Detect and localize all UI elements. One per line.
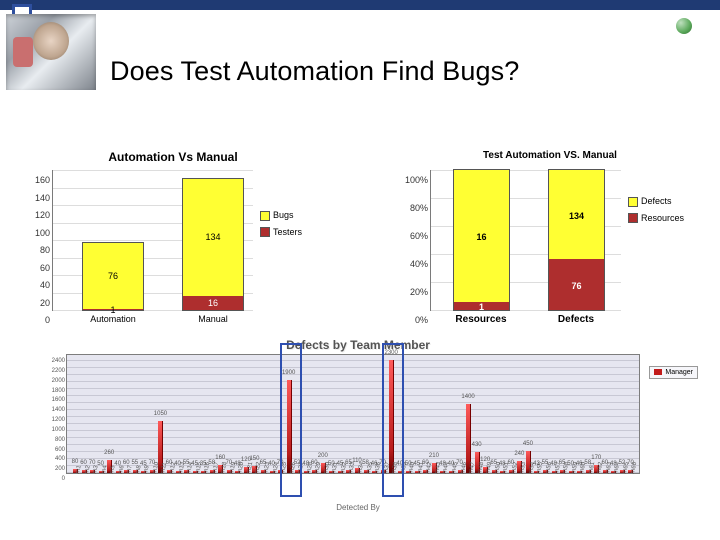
chart-defects-by-team-member: Defects by Team Member 02004006008001000…: [18, 338, 698, 512]
chart2-legend: Defects Resources: [628, 196, 684, 223]
chart2-title: Test Automation VS. Manual: [390, 150, 710, 161]
page-title: Does Test Automation Find Bugs?: [110, 56, 519, 87]
chart3-xlabel: Detected By: [18, 503, 698, 512]
chart1-legend: Bugs Testers: [260, 210, 302, 237]
chart1-title: Automation Vs Manual: [18, 150, 328, 164]
chart3-title: Defects by Team Member: [18, 338, 698, 352]
chart-automation-vs-manual-pct: Test Automation VS. Manual 0%20%40%60%80…: [390, 150, 710, 330]
chart3-legend: Manager: [649, 366, 698, 379]
corner-orb-icon: [676, 18, 692, 34]
chart1-plot: 020406080100120140160761Automation13416M…: [52, 170, 253, 311]
robot-image: [6, 14, 96, 90]
chart-automation-vs-manual: Automation Vs Manual 0204060801001201401…: [18, 150, 328, 330]
chart2-plot: 0%20%40%60%80%100%161Resources13476Defec…: [430, 170, 621, 311]
chart3-plot: 0200400600800100012001400160018002000220…: [66, 354, 640, 474]
